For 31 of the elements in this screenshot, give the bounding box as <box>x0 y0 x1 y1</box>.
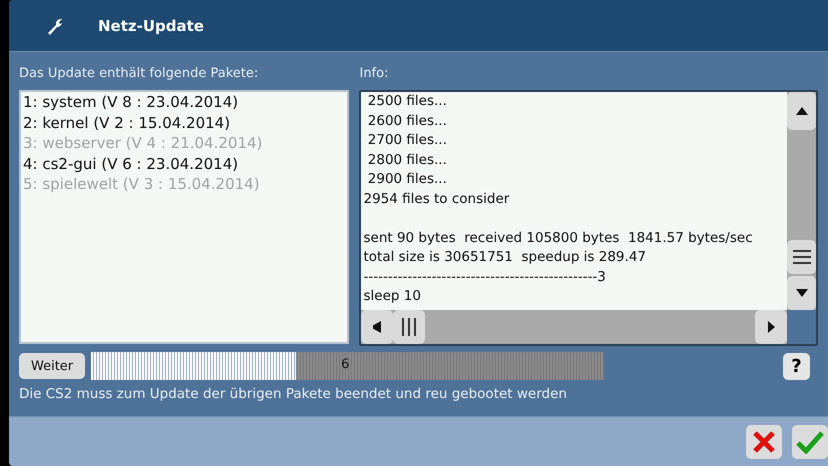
log-line: total size is 30651751 speedup is 289.47 <box>363 248 647 267</box>
left-arrow-icon[interactable] <box>373 321 382 333</box>
package-item[interactable]: 2: kernel (V 2 : 15.04.2014) <box>23 112 348 133</box>
log-line: 2900 files... <box>366 170 448 189</box>
log-line: 2600 files... <box>366 112 448 130</box>
close-icon <box>752 430 776 454</box>
package-item[interactable]: 4: cs2-gui (V 6 : 23.04.2014) <box>23 154 348 174</box>
log-line: 2954 files to consider <box>363 190 510 208</box>
help-button[interactable]: ? <box>783 352 810 380</box>
progress-reading: 6 <box>341 357 350 372</box>
package-item[interactable]: 1: system (V 8 : 23.04.2014) <box>23 92 348 112</box>
log-line: sleep 10 <box>363 287 422 306</box>
check-icon <box>796 430 824 454</box>
log-line: 2500 files... <box>366 92 448 111</box>
status-message: Die CS2 muss zum Update der übrigen Pakete beendet und reu gebootet werden <box>19 386 568 402</box>
right-arrow-icon[interactable] <box>767 321 775 333</box>
up-arrow-icon[interactable] <box>796 107 808 115</box>
log-line: 2700 files... <box>366 131 448 150</box>
cancel-button[interactable] <box>746 424 782 458</box>
window-title: Netz-Update <box>98 16 204 34</box>
scroll-thumb-icon[interactable] <box>792 250 810 264</box>
next-button[interactable]: Weiter <box>19 353 86 379</box>
log-line: sent 90 bytes received 105800 bytes 1841.57 bytes/sec <box>363 228 754 248</box>
log-line: ------------------------------------------------3 <box>363 268 607 286</box>
vertical-scrollbar[interactable] <box>787 92 816 310</box>
log-line: 2800 files... <box>366 150 448 170</box>
down-arrow-icon[interactable] <box>796 289 808 297</box>
info-label: Info: <box>359 66 390 83</box>
horizontal-scrollbar[interactable] <box>361 310 787 344</box>
packages-label: Das Update enthält folgende Pakete: <box>19 66 260 83</box>
scroll-thumb-icon[interactable] <box>402 318 416 336</box>
